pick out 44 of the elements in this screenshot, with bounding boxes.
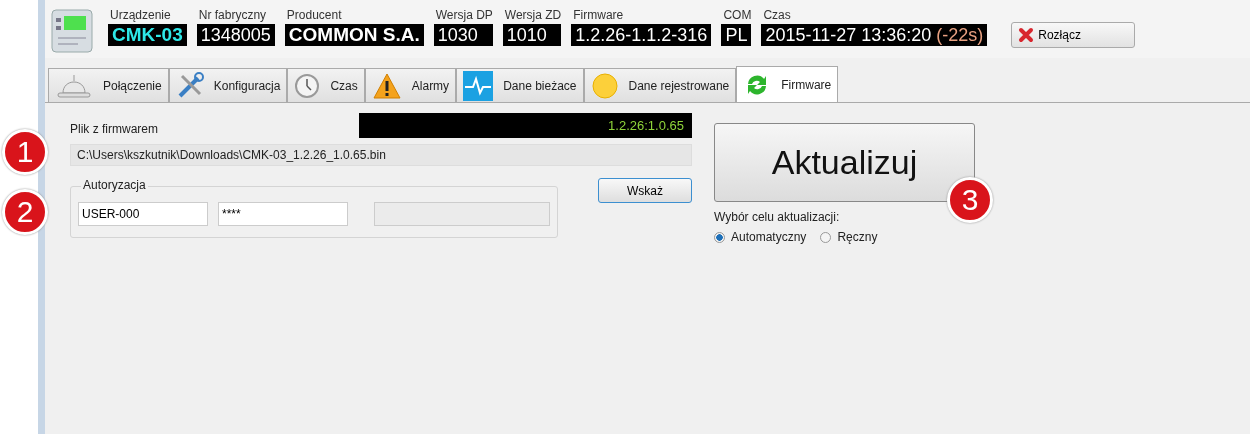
field-label: COM — [722, 8, 752, 22]
field-value: 1348005 — [196, 24, 275, 46]
step-number-badge: 3 — [947, 177, 993, 223]
bell-icon — [55, 72, 93, 99]
file-label: Plik z firmwarem — [70, 122, 158, 138]
radio-option[interactable]: Automatyczny — [714, 230, 807, 244]
field-label: Wersja ZD — [503, 8, 562, 22]
field-value: PL — [721, 24, 752, 46]
group-title: Autoryzacja — [81, 178, 148, 192]
tab[interactable]: Firmware — [736, 66, 839, 102]
tab[interactable]: Czas — [287, 68, 365, 102]
field-value: 1010 — [502, 24, 562, 46]
user-field[interactable]: USER-000 — [78, 202, 208, 226]
close-icon — [1018, 27, 1035, 43]
field-value: CMK-03 — [108, 24, 187, 46]
field-value: 1.2.26-1.1.2-316 — [571, 24, 712, 46]
step-number-badge: 2 — [2, 189, 48, 235]
field-label: Firmware — [572, 8, 625, 22]
field-label: Producent — [285, 8, 343, 22]
pulse-icon — [463, 70, 494, 101]
version-display: 1.2.26:1.0.65 — [359, 113, 692, 138]
tab[interactable]: Konfiguracja — [168, 68, 288, 102]
step-number-badge: 1 — [2, 129, 48, 175]
field-value: 2015-11-27 13:36:20 (-22s) — [761, 24, 988, 46]
tab[interactable]: Alarmy — [364, 68, 457, 102]
field-label: Nr fabryczny — [197, 8, 268, 22]
file-path-field: C:\Users\kszkutnik\Downloads\CMK-03_1.2.26_1.0.65.bin — [70, 144, 692, 166]
disconnect-button[interactable]: Rozłącz — [1011, 22, 1136, 48]
field-label: Wersja DP — [434, 8, 493, 22]
password-field[interactable]: **** — [218, 202, 348, 226]
field-label: Czas — [762, 8, 792, 22]
target-label: Wybór celu aktualizacji: — [714, 210, 841, 224]
field-label: Urządzenie — [109, 8, 172, 22]
browse-button[interactable]: Wskaż — [598, 178, 692, 203]
device-icon — [50, 8, 94, 54]
tab[interactable]: Dane rejestrowane — [583, 68, 737, 102]
tab[interactable]: Dane bieżace — [456, 68, 584, 102]
radio-option[interactable]: Ręczny — [820, 230, 878, 244]
warning-icon — [371, 71, 402, 100]
circle-icon — [590, 71, 619, 100]
tab[interactable]: Połączenie — [48, 68, 169, 102]
clock-icon — [294, 72, 321, 99]
field-value: COMMON S.A. — [284, 24, 424, 46]
field-value: 1030 — [433, 24, 493, 46]
